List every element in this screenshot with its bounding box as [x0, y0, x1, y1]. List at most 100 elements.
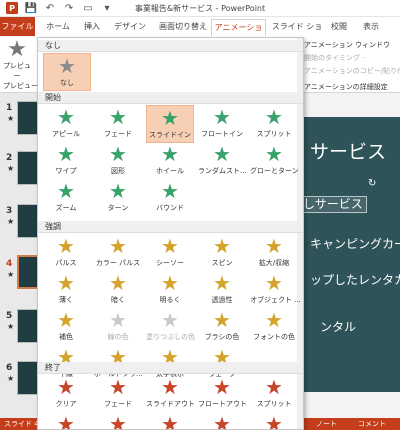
entrance-effect-item[interactable]: ★ グローとターン	[250, 142, 299, 180]
emphasis-effect-label: 薄く	[59, 296, 73, 304]
star-icon: ★	[109, 105, 127, 129]
emphasis-effect-item[interactable]: ★ 線の色	[94, 308, 142, 346]
entrance-effect-item[interactable]: ★ ワイプ	[42, 142, 90, 180]
selected-text-box[interactable]: しサービス	[302, 196, 367, 213]
entrance-effect-label: ズーム	[55, 204, 77, 212]
tab-file[interactable]: ファイル	[0, 17, 35, 36]
entrance-effect-label: スライドイン	[149, 131, 191, 139]
tab-slideshow[interactable]: スライド ショー	[271, 19, 323, 46]
emphasis-effect-label: シーソー	[156, 259, 184, 267]
slide-body-line[interactable]: キャンピングカー	[310, 235, 400, 252]
comments-button[interactable]: コメント	[358, 419, 386, 429]
emphasis-effect-label: パルス	[55, 259, 77, 267]
entrance-effect-item[interactable]: ★ フロートイン	[198, 105, 246, 143]
emphasis-effect-item[interactable]: ★ シーソー	[146, 234, 194, 272]
emphasis-effect-item[interactable]: ★ 拡大/収縮	[250, 234, 298, 272]
star-icon: ★	[57, 308, 75, 332]
section-header-exit: 終了	[38, 362, 303, 374]
thumb-animation-mark: ★	[7, 217, 15, 226]
entrance-effect-item[interactable]: ★ フェード	[94, 105, 142, 143]
emphasis-effect-label: フォントの色	[253, 333, 295, 341]
exit-effect-item[interactable]: ★	[42, 412, 90, 429]
star-icon: ★	[161, 271, 179, 295]
entrance-effect-item[interactable]: ★ 図形	[94, 142, 142, 180]
tab-review[interactable]: 校閲	[327, 19, 351, 36]
star-icon: ★	[57, 142, 75, 166]
emphasis-effect-label: 透過性	[211, 296, 233, 304]
entrance-effect-label: ワイプ	[55, 167, 77, 175]
emphasis-effect-label: 拡大/収縮	[258, 259, 290, 267]
exit-effect-item[interactable]: ★ フェード	[94, 375, 142, 413]
title-bar: P 💾 ↶ ↷ ▭ ▾ 事業報告&新サービス - PowerPoint	[0, 0, 400, 17]
star-icon: ★	[265, 105, 283, 129]
slide-title[interactable]: サービス	[310, 137, 386, 164]
tab-design[interactable]: デザイン	[110, 19, 150, 36]
emphasis-effect-item[interactable]: ★ 暗く	[94, 271, 142, 309]
entrance-effect-item[interactable]: ★ バウンド	[146, 179, 194, 217]
entrance-effect-item[interactable]: ★ ズーム	[42, 179, 90, 217]
preview-star-icon: ★	[7, 37, 27, 62]
emphasis-effect-item[interactable]: ★ 補色	[42, 308, 90, 346]
emphasis-effect-item[interactable]: ★ 塗りつぶしの色	[146, 308, 195, 346]
entrance-effect-item[interactable]: ★ ターン	[94, 179, 142, 217]
emphasis-effect-label: ブラシの色	[204, 333, 240, 341]
emphasis-effect-item[interactable]: ★ 明るく	[146, 271, 194, 309]
emphasis-effect-label: オブジェクト ...	[250, 296, 301, 304]
thumb-number: 4	[6, 259, 13, 269]
tab-view[interactable]: 表示	[358, 19, 384, 36]
thumb-number: 2	[6, 153, 13, 163]
star-icon: ★	[213, 308, 231, 332]
emphasis-effect-item[interactable]: ★ 薄く	[42, 271, 90, 309]
emphasis-effect-item[interactable]: ★ ブラシの色	[198, 308, 246, 346]
exit-effect-item[interactable]: ★ フロートアウト	[198, 375, 247, 413]
emphasis-effect-item[interactable]: ★ スピン	[198, 234, 246, 272]
exit-effect-label: スライドアウト	[146, 400, 195, 408]
star-icon: ★	[58, 54, 76, 78]
exit-effect-label: フロートアウト	[198, 400, 247, 408]
emphasis-effect-item[interactable]: ★ カラー パルス	[94, 234, 142, 272]
window-title: 事業報告&新サービス - PowerPoint	[134, 4, 266, 13]
emphasis-effect-label: カラー パルス	[95, 259, 141, 267]
exit-effect-item[interactable]: ★ スライドアウト	[146, 375, 195, 413]
slide-canvas[interactable]: サービス ↻ しサービス キャンピングカー ップしたレンタカ ンタル	[300, 117, 400, 392]
exit-effect-item[interactable]: ★ スプリット	[250, 375, 298, 413]
thumb-animation-mark: ★	[7, 114, 15, 123]
exit-effect-item[interactable]: ★	[250, 412, 298, 429]
rotate-handle-icon[interactable]: ↻	[368, 178, 376, 189]
star-icon: ★	[109, 375, 127, 399]
exit-effect-item[interactable]: ★ クリア	[42, 375, 90, 413]
star-icon: ★	[213, 375, 231, 399]
section-header-entrance: 開始	[38, 92, 303, 104]
emphasis-effect-item[interactable]: ★ オブジェクト ...	[250, 271, 301, 309]
tab-animations[interactable]: アニメーション	[211, 19, 266, 47]
notes-button[interactable]: ノート	[316, 419, 337, 429]
tab-home[interactable]: ホーム	[40, 19, 76, 36]
animation-painter-button[interactable]: アニメーションのコピー/貼り付け	[304, 66, 400, 76]
thumb-number: 6	[6, 363, 13, 373]
entrance-effect-item[interactable]: ★ スライドイン	[146, 105, 194, 143]
slide-indicator: スライド 4/	[4, 420, 42, 428]
emphasis-effect-item[interactable]: ★ 透過性	[198, 271, 246, 309]
emphasis-effect-item[interactable]: ★ フォントの色	[250, 308, 298, 346]
exit-effect-item[interactable]: ★	[146, 412, 194, 429]
slide-body-line[interactable]: ンタル	[320, 318, 356, 335]
entrance-effect-item[interactable]: ★ ランダムスト...	[198, 142, 247, 180]
exit-effect-item[interactable]: ★	[94, 412, 142, 429]
animation-window-button[interactable]: アニメーション ウィンドウ	[304, 40, 390, 50]
tab-transitions[interactable]: 画面切り替え	[154, 19, 212, 36]
tab-insert[interactable]: 挿入	[79, 19, 105, 36]
star-icon: ★	[109, 142, 127, 166]
entrance-effect-item[interactable]: ★ スプリット	[250, 105, 298, 143]
animation-none[interactable]: ★ なし	[43, 53, 91, 91]
star-icon: ★	[57, 375, 75, 399]
star-icon: ★	[161, 106, 179, 130]
emphasis-effect-item[interactable]: ★ パルス	[42, 234, 90, 272]
star-icon: ★	[57, 179, 75, 203]
star-icon: ★	[265, 375, 283, 399]
entrance-effect-item[interactable]: ★ アピール	[42, 105, 90, 143]
preview-button[interactable]: ★ プレビュー	[2, 39, 32, 81]
entrance-effect-item[interactable]: ★ ホイール	[146, 142, 194, 180]
exit-effect-item[interactable]: ★	[198, 412, 246, 429]
preview-group-label: プレビュー	[3, 82, 38, 90]
slide-body-line[interactable]: ップしたレンタカ	[310, 271, 400, 288]
